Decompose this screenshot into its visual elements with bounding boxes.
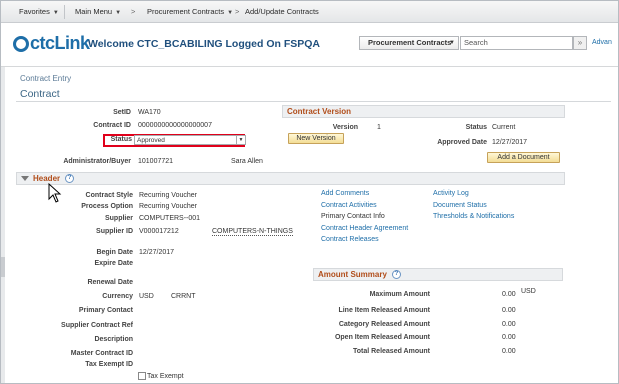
version-status-value: Current (492, 124, 516, 131)
contract-style-value: Recurring Voucher (139, 192, 197, 199)
add-document-button[interactable]: Add a Document (487, 152, 560, 163)
chevron-down-icon: ▼ (449, 40, 455, 46)
app-window: Favorites ▼ Main Menu ▼ > Procurement Cont… (0, 0, 619, 384)
contract-activities-link[interactable]: Contract Activities (321, 202, 377, 209)
status-select[interactable]: Approved ▼ (134, 135, 246, 145)
header-agreement-link[interactable]: Contract Header Agreement (321, 225, 408, 232)
total-released-label: Total Released Amount (352, 348, 430, 355)
line-item-released-label: Line Item Released Amount (338, 307, 430, 314)
new-version-button[interactable]: New Version (288, 133, 344, 144)
supplier-contract-ref-label: Supplier Contract Ref (61, 322, 133, 329)
pagelet-handle[interactable] (1, 257, 5, 277)
chevron-down-icon: ▼ (236, 136, 245, 144)
collapse-triangle-icon[interactable] (21, 176, 29, 182)
setid-label: SetID (113, 109, 131, 116)
admin-buyer-name: Sara Allen (231, 158, 263, 165)
tax-exempt-label: Tax Exempt (147, 373, 184, 380)
open-item-released-value: 0.00 (502, 334, 516, 341)
favorites-menu[interactable]: Favorites ▼ (13, 5, 65, 19)
main-menu[interactable]: Main Menu ▼ (69, 5, 127, 19)
line-item-released-value: 0.00 (502, 307, 516, 314)
process-option-label: Process Option (81, 203, 133, 210)
amount-summary-section: Amount Summary? (313, 268, 563, 281)
supplier-value: COMPUTERS--001 (139, 215, 201, 222)
supplier-name-link[interactable]: COMPUTERS-N-THINGS (212, 228, 293, 236)
maximum-amount-currency: USD (521, 288, 536, 295)
nav-divider (64, 5, 65, 19)
title-divider (16, 101, 611, 102)
welcome-message: Welcome CTC_BCABILING Logged On FSPQA (88, 38, 320, 50)
category-released-label: Category Released Amount (338, 321, 430, 328)
header-section[interactable]: Header? (16, 172, 565, 185)
supplier-id-label: Supplier ID (96, 228, 133, 235)
tax-exempt-id-label: Tax Exempt ID (85, 361, 133, 368)
search-category-select[interactable]: Procurement Contracts ▼ (359, 36, 459, 50)
breadcrumb-procurement-label: Procurement Contracts (147, 7, 225, 16)
page-title: Contract (20, 88, 60, 100)
document-status-link[interactable]: Document Status (433, 202, 487, 209)
help-icon[interactable]: ? (65, 174, 75, 184)
amount-summary-title: Amount Summary (318, 270, 387, 279)
master-contract-id-label: Master Contract ID (70, 350, 133, 357)
expire-date-label: Expire Date (94, 260, 133, 267)
chevron-down-icon: ▼ (52, 10, 59, 16)
search-go-button[interactable]: » (573, 36, 587, 50)
ctclink-logo: ctcLink (13, 33, 90, 54)
maximum-amount-value: 0.00 (502, 291, 516, 298)
contract-id-label: Contract ID (93, 122, 131, 129)
renewal-date-label: Renewal Date (87, 279, 133, 286)
admin-buyer-id[interactable]: 101007721 (138, 158, 173, 165)
begin-date-label: Begin Date (96, 249, 133, 256)
total-released-value: 0.00 (502, 348, 516, 355)
left-pagelet-strip (1, 67, 5, 383)
search-input[interactable]: Search (460, 36, 573, 50)
description-label: Description (94, 336, 133, 343)
main-menu-label: Main Menu (75, 7, 113, 16)
version-status-label: Status (465, 124, 487, 131)
tax-exempt-checkbox[interactable] (138, 372, 146, 380)
category-released-value: 0.00 (502, 321, 516, 328)
logo-text: ctcLink (30, 33, 90, 53)
approved-date-value: 12/27/2017 (492, 139, 528, 146)
mouse-cursor-icon (48, 183, 62, 203)
banner: ctcLink Welcome CTC_BCABILING Logged On … (1, 23, 618, 67)
process-option-value: Recurring Voucher (139, 203, 197, 210)
breadcrumb-current[interactable]: Add/Update Contracts (239, 5, 325, 19)
contract-style-label: Contract Style (85, 192, 133, 199)
currency-label: Currency (102, 293, 133, 300)
breadcrumb-procurement[interactable]: Procurement Contracts ▼ (141, 5, 239, 19)
currency-rate-type: CRRNT (171, 293, 196, 300)
search-category-value: Procurement Contracts (368, 38, 452, 47)
favorites-label: Favorites (19, 7, 50, 16)
version-label: Version (332, 124, 358, 131)
advanced-search-link[interactable]: Advan (592, 39, 612, 46)
page-subtitle: Contract Entry (20, 74, 72, 83)
primary-contact-info-text: Primary Contact Info (321, 213, 385, 220)
begin-date-value: 12/27/2017 (139, 249, 175, 256)
logo-ring-icon (13, 36, 29, 53)
contract-id-value: 0000000000000000007 (138, 122, 212, 129)
approved-date-label: Approved Date (437, 139, 487, 146)
activity-log-link[interactable]: Activity Log (433, 190, 469, 197)
setid-value: WA170 (138, 109, 161, 116)
contract-version-section: Contract Version (282, 105, 565, 118)
header-section-title: Header (33, 174, 61, 183)
maximum-amount-label: Maximum Amount (369, 291, 430, 298)
thresholds-link[interactable]: Thresholds & Notifications (433, 213, 514, 220)
help-icon[interactable]: ? (391, 270, 401, 280)
add-comments-link[interactable]: Add Comments (321, 190, 369, 197)
admin-buyer-label: Administrator/Buyer (63, 158, 131, 165)
chevron-down-icon: ▼ (115, 10, 122, 16)
supplier-label: Supplier (104, 215, 133, 222)
currency-value: USD (139, 293, 154, 300)
version-value: 1 (377, 124, 381, 131)
status-value: Approved (137, 137, 165, 144)
status-label: Status (110, 136, 132, 143)
contract-releases-link[interactable]: Contract Releases (321, 236, 379, 243)
supplier-id-value: V000017212 (139, 228, 179, 235)
breadcrumb-arrow-icon: > (131, 7, 136, 16)
primary-contact-label: Primary Contact (78, 307, 133, 314)
open-item-released-label: Open Item Released Amount (334, 334, 430, 341)
top-nav: Favorites ▼ Main Menu ▼ > Procurement Cont… (1, 1, 618, 23)
